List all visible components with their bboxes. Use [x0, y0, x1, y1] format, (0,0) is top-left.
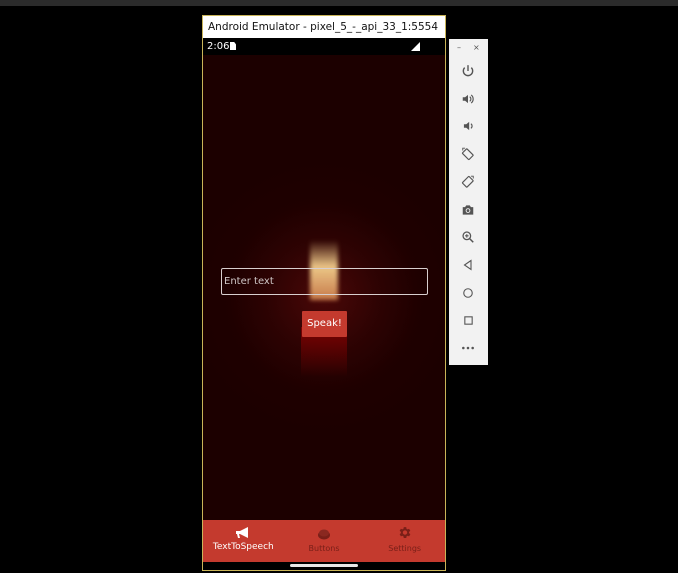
bottom-navigation: TextToSpeech Buttons Settings: [203, 520, 445, 562]
enter-text-input[interactable]: Enter text: [221, 268, 428, 295]
close-button[interactable]: ×: [473, 43, 480, 52]
signal-icon: [411, 42, 420, 51]
rotate-right-icon[interactable]: [459, 173, 477, 191]
minimize-button[interactable]: –: [457, 43, 461, 52]
rotate-left-icon[interactable]: [459, 145, 477, 163]
volume-up-icon[interactable]: [459, 90, 477, 108]
toolbar-window-controls: – ×: [449, 43, 488, 55]
nav-label-settings: Settings: [388, 544, 422, 553]
nav-item-buttons[interactable]: Buttons: [284, 520, 365, 562]
gesture-bar: [203, 562, 445, 570]
top-strip: [0, 0, 678, 6]
zoom-icon[interactable]: [459, 228, 477, 246]
sim-card-icon: [230, 42, 236, 50]
home-icon[interactable]: [459, 284, 477, 302]
nav-item-settings[interactable]: Settings: [364, 520, 445, 562]
status-time: 2:06: [207, 41, 230, 52]
phone-screen: 2:06 Enter text Speak! TextToSpeech Butt…: [203, 38, 445, 570]
camera-icon[interactable]: [459, 201, 477, 219]
home-gesture-pill[interactable]: [290, 564, 358, 567]
status-bar: 2:06: [203, 38, 445, 55]
button-icon: [317, 525, 331, 544]
emulator-side-toolbar: – ×: [449, 39, 488, 365]
volume-down-icon[interactable]: [459, 117, 477, 135]
app-background: Enter text Speak!: [203, 55, 445, 520]
emulator-window: Android Emulator - pixel_5_-_api_33_1:55…: [202, 15, 446, 571]
gear-icon: [397, 525, 412, 544]
speak-button[interactable]: Speak!: [302, 311, 347, 337]
power-icon[interactable]: [459, 62, 477, 80]
nav-label-buttons: Buttons: [308, 544, 340, 553]
nav-item-texttospeech[interactable]: TextToSpeech: [203, 520, 284, 562]
back-icon[interactable]: [459, 256, 477, 274]
more-icon[interactable]: [459, 339, 477, 357]
nav-label-texttospeech: TextToSpeech: [212, 542, 274, 552]
overview-icon[interactable]: [459, 311, 477, 329]
window-title: Android Emulator - pixel_5_-_api_33_1:55…: [203, 16, 445, 38]
